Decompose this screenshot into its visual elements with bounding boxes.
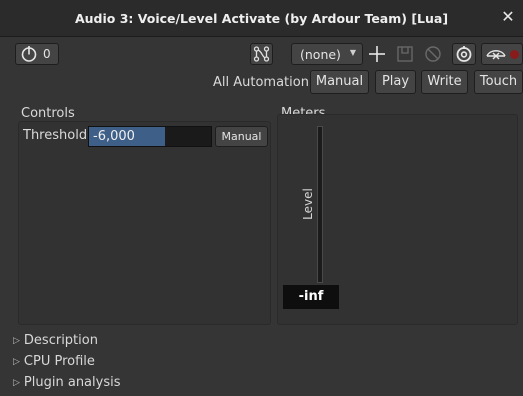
caret-down-icon: ▼ bbox=[349, 48, 356, 57]
preset-dropdown[interactable]: (none) ▼ bbox=[291, 43, 363, 65]
pin-icon bbox=[486, 50, 506, 60]
expander-arrow-icon: ▷ bbox=[13, 378, 20, 388]
expander-description[interactable]: ▷ Description bbox=[13, 333, 98, 348]
latency-value: 0 bbox=[43, 47, 51, 61]
routing-button[interactable] bbox=[250, 43, 273, 65]
expander-arrow-icon: ▷ bbox=[13, 357, 20, 367]
title-bar: Audio 3: Voice/Level Activate (by Ardour… bbox=[0, 0, 523, 37]
threshold-manual-button[interactable]: Manual bbox=[215, 126, 268, 147]
expander-label: CPU Profile bbox=[23, 354, 95, 369]
threshold-label: Threshold bbox=[23, 128, 88, 143]
controls-section-label: Controls bbox=[21, 106, 75, 121]
save-icon bbox=[397, 46, 413, 62]
automation-play-button[interactable]: Play bbox=[375, 70, 416, 94]
record-indicator bbox=[510, 50, 519, 59]
automation-touch-button[interactable]: Touch bbox=[474, 70, 523, 94]
automation-manual-button[interactable]: Manual bbox=[310, 70, 369, 94]
expander-label: Description bbox=[23, 333, 98, 348]
expander-label: Plugin analysis bbox=[23, 375, 121, 390]
automation-write-button[interactable]: Write bbox=[421, 70, 468, 94]
delete-preset-button[interactable] bbox=[422, 43, 444, 65]
level-label: Level bbox=[301, 188, 315, 220]
routing-icon bbox=[253, 46, 270, 62]
controls-panel bbox=[18, 121, 271, 325]
threshold-value: -6,000 bbox=[93, 129, 135, 144]
latency-button[interactable]: 0 bbox=[15, 43, 59, 65]
no-entry-icon bbox=[425, 46, 441, 62]
level-meter-bar bbox=[317, 126, 323, 283]
expander-plugin-analysis[interactable]: ▷ Plugin analysis bbox=[13, 375, 120, 390]
bypass-icon bbox=[456, 46, 472, 62]
threshold-slider[interactable]: -6,000 bbox=[88, 126, 212, 147]
expander-arrow-icon: ▷ bbox=[13, 336, 20, 346]
save-preset-button[interactable] bbox=[394, 43, 416, 65]
bypass-button[interactable] bbox=[452, 43, 476, 65]
plus-icon bbox=[369, 46, 385, 62]
automation-label: All Automation bbox=[213, 75, 309, 90]
pin-button[interactable] bbox=[481, 43, 523, 65]
expander-cpu-profile[interactable]: ▷ CPU Profile bbox=[13, 354, 95, 369]
window-title: Audio 3: Voice/Level Activate (by Ardour… bbox=[74, 11, 449, 26]
add-preset-button[interactable] bbox=[366, 43, 388, 65]
level-readout: -inf bbox=[283, 285, 339, 309]
clock-icon bbox=[21, 46, 37, 62]
close-icon[interactable]: ✕ bbox=[499, 7, 517, 27]
preset-value: (none) bbox=[300, 47, 341, 62]
